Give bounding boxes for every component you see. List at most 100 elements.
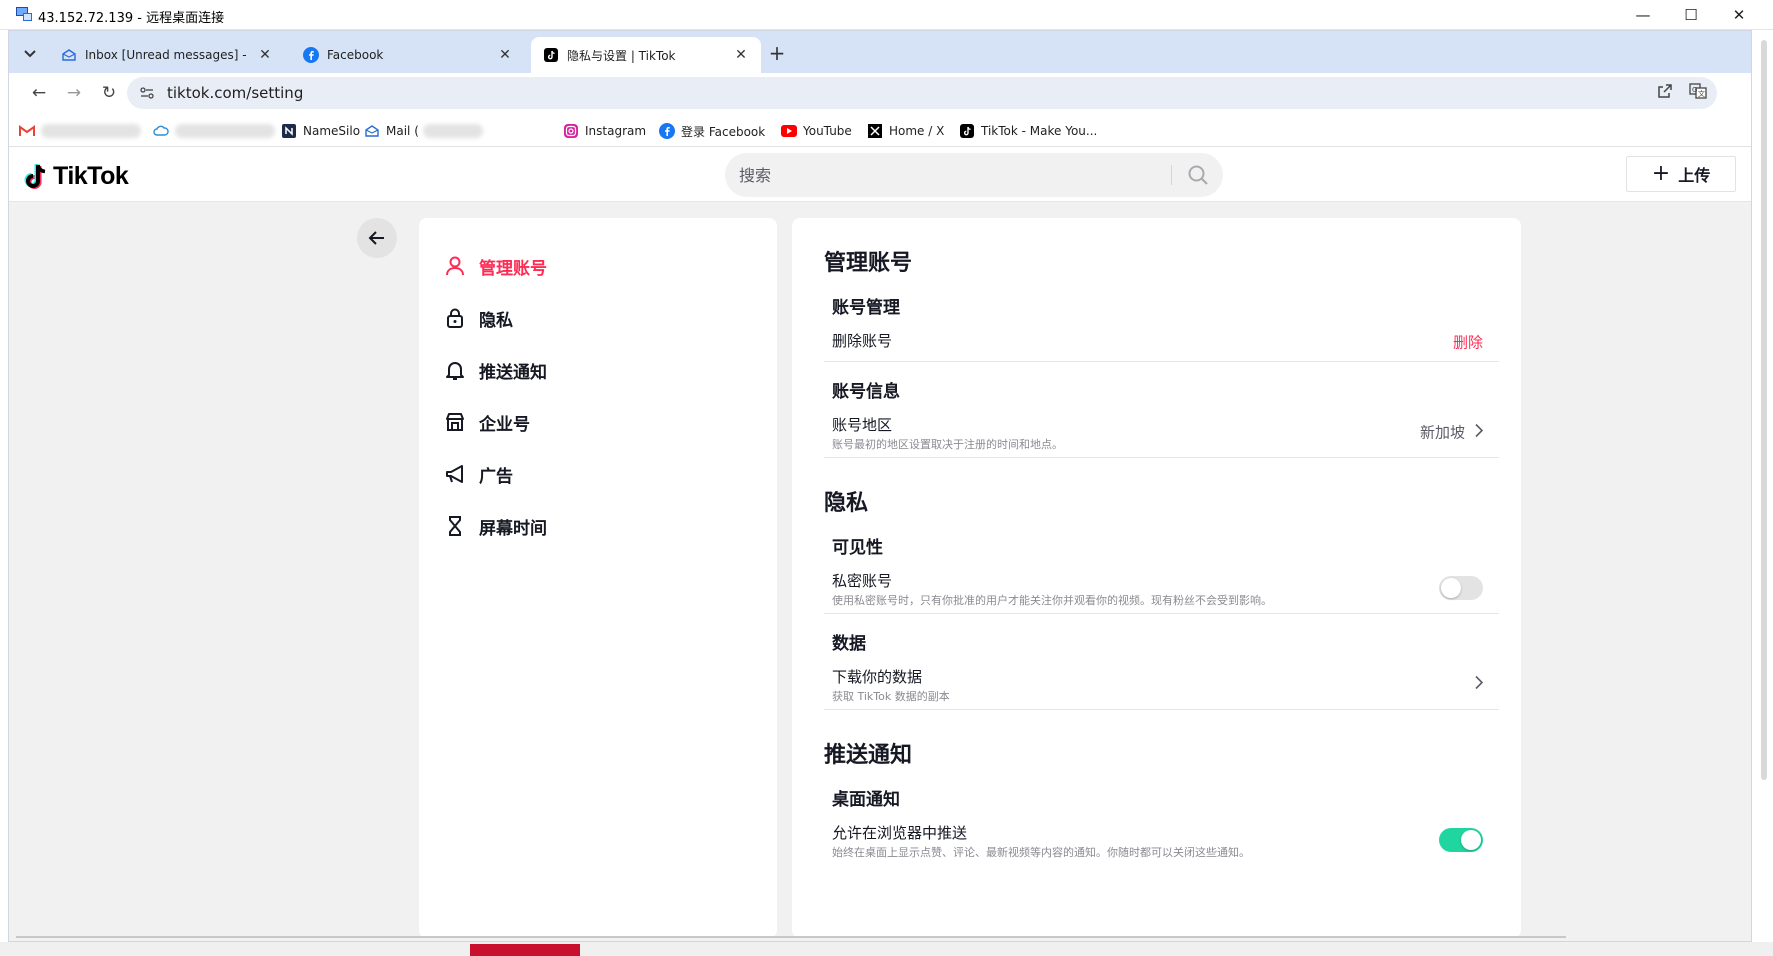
horizontal-scrollbar[interactable] <box>16 936 1566 938</box>
bookmark-youtube[interactable]: YouTube <box>781 121 852 141</box>
reload-button[interactable]: ↻ <box>95 79 123 107</box>
bookmark-label: YouTube <box>803 124 852 138</box>
private-account-description: 使用私密账号时，只有你批准的用户才能关注你并观看你的视频。现有粉丝不会受到影响。 <box>832 594 1272 607</box>
section-title-push-notifications: 推送通知 <box>824 743 913 768</box>
remote-desktop-icon <box>16 7 32 21</box>
menu-item-screen-time[interactable]: 屏幕时间 <box>419 500 777 552</box>
download-data-row[interactable]: 下载你的数据 获取 TikTok 数据的副本 <box>824 658 1499 710</box>
tab-close-icon[interactable]: ✕ <box>497 47 513 63</box>
tiktok-icon <box>959 123 975 139</box>
facebook-icon <box>659 123 675 139</box>
section-title-manage-account: 管理账号 <box>824 251 913 276</box>
bookmark-namesilo[interactable]: NameSilo <box>281 121 360 141</box>
bookmark-label: Instagram <box>585 124 647 138</box>
tab-facebook[interactable]: Facebook ✕ <box>291 37 525 73</box>
bookmark-instagram[interactable]: Instagram <box>563 121 646 141</box>
browser-push-toggle[interactable] <box>1439 828 1483 852</box>
back-arrow-button[interactable] <box>357 218 397 258</box>
settings-side-menu: 管理账号 隐私 推送通知 企业号 广告 屏幕时间 <box>419 218 777 938</box>
menu-item-business-account[interactable]: 企业号 <box>419 396 777 448</box>
upload-label: 上传 <box>1678 166 1711 185</box>
menu-item-privacy[interactable]: 隐私 <box>419 292 777 344</box>
menu-item-label: 广告 <box>479 466 513 487</box>
bookmark-label: Home / X <box>889 124 945 138</box>
blurred-text <box>175 124 275 138</box>
url-text[interactable]: tiktok.com/setting <box>167 84 303 102</box>
translate-icon[interactable]: G文 <box>1689 83 1707 103</box>
tab-close-icon[interactable]: ✕ <box>257 47 273 63</box>
tiktok-logo-icon <box>24 164 46 189</box>
blurred-text <box>422 124 483 138</box>
browser-toolbar: ← → ↻ tiktok.com/setting G文 <box>9 73 1751 113</box>
store-icon <box>443 410 467 434</box>
menu-item-label: 隐私 <box>479 310 513 331</box>
megaphone-icon <box>443 462 467 486</box>
tab-close-icon[interactable]: ✕ <box>733 47 749 63</box>
settings-page: 管理账号 隐私 推送通知 企业号 广告 屏幕时间 管理账号 账号管理 删除账号 … <box>9 202 1751 941</box>
download-data-chevron[interactable] <box>1465 674 1484 693</box>
menu-item-manage-account[interactable]: 管理账号 <box>419 240 777 292</box>
instagram-icon <box>563 123 579 139</box>
account-region-row[interactable]: 账号地区 账号最初的地区设置取决于注册的时间和地点。 新加坡 <box>824 406 1499 458</box>
cloud-icon <box>153 123 169 139</box>
bookmark-label: NameSilo <box>303 124 361 138</box>
bookmark-label: 登录 Facebook <box>681 124 766 139</box>
mail-icon <box>364 123 380 139</box>
browser-push-row: 允许在浏览器中推送 始终在桌面上显示点赞、评论、最新视频等内容的通知。你随时都可… <box>824 814 1499 866</box>
address-bar[interactable]: tiktok.com/setting G文 <box>127 77 1717 109</box>
bookmark-x[interactable]: Home / X <box>867 121 944 141</box>
bookmark-gmail[interactable] <box>19 121 141 141</box>
delete-account-button[interactable]: 删除 <box>1453 331 1483 352</box>
search-divider <box>1171 165 1172 185</box>
tiktok-logo[interactable]: TikTok <box>23 161 129 191</box>
back-button[interactable]: ← <box>25 79 53 107</box>
forward-button[interactable]: → <box>60 79 88 107</box>
private-account-row: 私密账号 使用私密账号时，只有你批准的用户才能关注你并观看你的视频。现有粉丝不会… <box>824 562 1499 614</box>
tiktok-icon <box>543 47 559 63</box>
bookmark-cloud[interactable] <box>153 121 275 141</box>
region-value-text: 新加坡 <box>1419 423 1465 441</box>
private-account-label: 私密账号 <box>832 572 893 590</box>
subsection-title-desktop-notifications: 桌面通知 <box>832 789 900 810</box>
bookmarks-bar: NameSilo Mail ( Instagram 登录 Facebook Yo… <box>9 113 1751 147</box>
hourglass-icon <box>443 514 467 538</box>
tab-label: Inbox [Unread messages] - Z <box>85 48 249 62</box>
settings-content-panel: 管理账号 账号管理 删除账号 删除 账号信息 账号地区 账号最初的地区设置取决于… <box>792 218 1521 938</box>
menu-item-push-notifications[interactable]: 推送通知 <box>419 344 777 396</box>
site-settings-icon[interactable] <box>139 85 155 101</box>
tab-search-button[interactable] <box>17 41 43 67</box>
browser-push-label: 允许在浏览器中推送 <box>832 824 968 842</box>
search-input[interactable] <box>739 153 1139 197</box>
upload-button[interactable]: + 上传 <box>1626 156 1736 192</box>
gmail-icon <box>19 123 35 139</box>
toggle-knob <box>1441 577 1461 598</box>
search-icon <box>1188 165 1208 185</box>
search-button[interactable] <box>1173 153 1223 197</box>
new-tab-button[interactable]: + <box>763 39 791 67</box>
delete-account-row: 删除账号 删除 <box>824 322 1499 362</box>
tab-tiktok-settings[interactable]: 隐私与设置 | TikTok ✕ <box>531 37 761 73</box>
toggle-knob <box>1461 830 1481 850</box>
svg-text:文: 文 <box>1698 89 1705 98</box>
subsection-title-account-management: 账号管理 <box>832 297 900 318</box>
maximize-button[interactable]: ☐ <box>1668 0 1714 30</box>
mail-icon <box>61 47 77 63</box>
blurred-text <box>41 124 141 138</box>
open-in-app-icon[interactable] <box>1657 83 1673 103</box>
download-data-description: 获取 TikTok 数据的副本 <box>832 690 950 703</box>
tiktok-logo-text: TikTok <box>53 161 129 190</box>
vertical-scrollbar[interactable] <box>1761 40 1767 780</box>
menu-item-ads[interactable]: 广告 <box>419 448 777 500</box>
account-region-value[interactable]: 新加坡 <box>1419 421 1484 442</box>
lock-icon <box>443 306 467 330</box>
bookmark-tiktok[interactable]: TikTok - Make You... <box>959 121 1097 141</box>
bookmark-label: TikTok - Make You... <box>981 124 1098 138</box>
private-account-toggle[interactable] <box>1439 575 1483 600</box>
bookmark-facebook-login[interactable]: 登录 Facebook <box>659 121 765 141</box>
tab-inbox[interactable]: Inbox [Unread messages] - Z ✕ <box>49 37 285 73</box>
close-window-button[interactable]: ✕ <box>1716 0 1762 30</box>
bell-icon <box>443 358 467 382</box>
subsection-title-visibility: 可见性 <box>832 537 883 558</box>
minimize-button[interactable]: — <box>1620 0 1666 30</box>
bookmark-mail[interactable]: Mail ( <box>364 121 483 141</box>
